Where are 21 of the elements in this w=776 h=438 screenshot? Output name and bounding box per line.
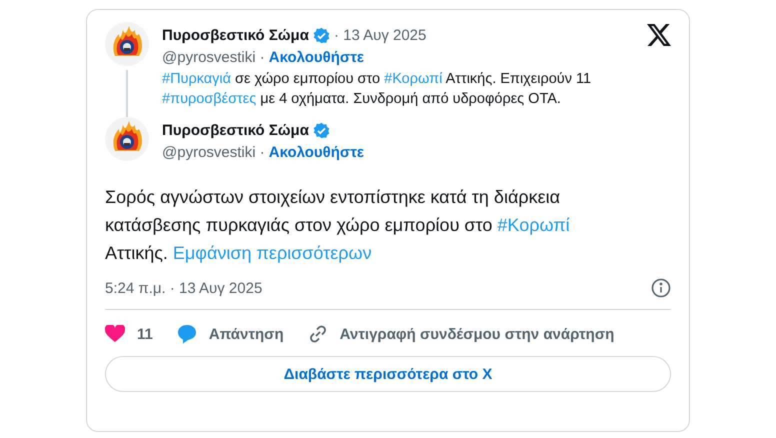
post-date: · 13 Αυγ 2025 xyxy=(334,26,426,44)
reply-action[interactable]: Απάντηση xyxy=(176,324,284,344)
post-text: Σορός αγνώστων στοιχείων εντοπίστηκε κατά τη διάρκεια κατάσβεσης πυρκαγιάς στον χώρο εμπορίου στο #Κορωπί Αττικής. Εμφάνιση περισσότερων xyxy=(105,186,571,265)
x-logo-icon[interactable] xyxy=(647,24,671,46)
fire-emblem-icon xyxy=(105,117,149,161)
like-action[interactable]: 11 xyxy=(105,325,153,343)
heart-icon xyxy=(105,325,125,343)
author-handle[interactable]: @pyrosvestiki · xyxy=(162,48,265,66)
fire-emblem-icon xyxy=(105,22,149,66)
author-handle[interactable]: @pyrosvestiki · xyxy=(162,144,265,160)
speech-bubble-icon xyxy=(176,324,197,344)
info-icon[interactable] xyxy=(651,278,671,298)
author-name[interactable]: Πυροσβεστικό Σώμα xyxy=(162,122,309,138)
copy-action[interactable]: Αντιγραφή συνδέσμου στην ανάρτηση xyxy=(308,324,614,344)
post-timestamp[interactable]: 5:24 π.μ. · 13 Αυγ 2025 xyxy=(105,280,262,296)
author-name[interactable]: Πυροσβεστικό Σώμα xyxy=(162,26,309,44)
follow-link[interactable]: Ακολουθήστε xyxy=(268,144,364,160)
link-icon xyxy=(308,324,328,344)
read-more-button[interactable]: Διαβάστε περισσότερα στο X xyxy=(105,356,671,392)
follow-link[interactable]: Ακολουθήστε xyxy=(268,48,364,66)
post-text: #Πυρκαγιά σε χώρο εμπορίου στο #Κορωπί Αττικής. Επιχειρούν 11 #πυροσβέστες με 4 οχήματα. Συνδρομή από υδροφόρες ΟΤΑ. xyxy=(162,70,592,109)
